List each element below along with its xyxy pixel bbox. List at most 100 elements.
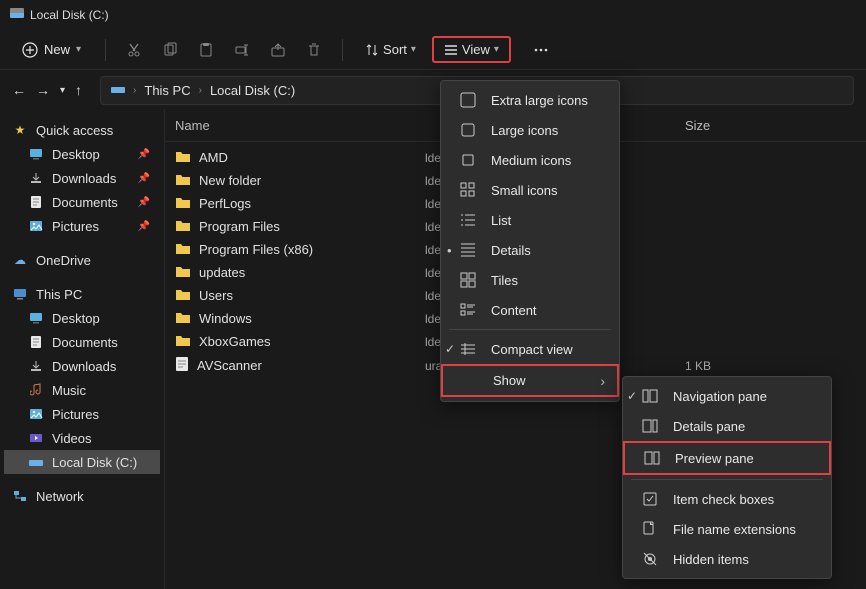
recent-dropdown[interactable]: ▾ bbox=[60, 85, 65, 96]
folder-icon bbox=[175, 287, 191, 304]
back-button[interactable]: ← bbox=[12, 82, 26, 98]
menu-item-large-icons[interactable]: Large icons bbox=[441, 115, 619, 145]
folder-icon bbox=[28, 358, 44, 374]
folder-icon bbox=[175, 333, 191, 350]
file-name: Program Files (x86) bbox=[199, 242, 313, 257]
menu-item-hidden-items[interactable]: Hidden items bbox=[623, 544, 831, 574]
sidebar-item-label: Pictures bbox=[52, 219, 99, 234]
check-icon: ✓ bbox=[627, 389, 637, 403]
menu-item-label: List bbox=[491, 213, 511, 228]
share-icon[interactable] bbox=[264, 36, 292, 64]
menu-item-details-pane[interactable]: Details pane bbox=[623, 411, 831, 441]
details-icon bbox=[459, 242, 477, 258]
sidebar-item-downloads[interactable]: Downloads📌 bbox=[4, 166, 160, 190]
sidebar-item-label: Pictures bbox=[52, 407, 99, 422]
pc-icon bbox=[12, 286, 28, 302]
sidebar-item-downloads[interactable]: Downloads bbox=[4, 354, 160, 378]
folder-icon bbox=[28, 310, 44, 326]
sidebar-network[interactable]: Network bbox=[4, 484, 160, 508]
pane-icon bbox=[641, 388, 659, 404]
copy-icon[interactable] bbox=[156, 36, 184, 64]
pane-icon bbox=[641, 521, 659, 537]
menu-item-details[interactable]: Details bbox=[441, 235, 619, 265]
menu-item-tiles[interactable]: Tiles bbox=[441, 265, 619, 295]
menu-item-label: Small icons bbox=[491, 183, 557, 198]
sidebar-item-label: Downloads bbox=[52, 171, 116, 186]
rename-icon[interactable] bbox=[228, 36, 256, 64]
menu-item-preview-pane[interactable]: Preview pane bbox=[623, 441, 831, 475]
sidebar-item-pictures[interactable]: Pictures bbox=[4, 402, 160, 426]
sidebar-item-desktop[interactable]: Desktop📌 bbox=[4, 142, 160, 166]
menu-item-label: Show bbox=[493, 373, 526, 388]
menu-item-compact-view[interactable]: ✓Compact view bbox=[441, 334, 619, 364]
folder-icon bbox=[175, 218, 191, 235]
menu-item-item-check-boxes[interactable]: Item check boxes bbox=[623, 484, 831, 514]
show-submenu: ✓Navigation paneDetails pane Preview pane… bbox=[622, 376, 832, 579]
sidebar-label: Quick access bbox=[36, 123, 113, 138]
file-name: XboxGames bbox=[199, 334, 271, 349]
pane-icon bbox=[643, 450, 661, 466]
pane-icon bbox=[641, 551, 659, 567]
sidebar-item-documents[interactable]: Documents bbox=[4, 330, 160, 354]
folder-icon bbox=[175, 241, 191, 258]
column-name[interactable]: Name bbox=[165, 118, 425, 133]
menu-item-small-icons[interactable]: Small icons bbox=[441, 175, 619, 205]
folder-icon bbox=[28, 406, 44, 422]
menu-item-show[interactable]: Show bbox=[441, 364, 619, 397]
folder-icon bbox=[175, 310, 191, 327]
sidebar-item-local-disk-c-[interactable]: Local Disk (C:) bbox=[4, 450, 160, 474]
file-name: PerfLogs bbox=[199, 196, 251, 211]
menu-item-list[interactable]: List bbox=[441, 205, 619, 235]
paste-icon[interactable] bbox=[192, 36, 220, 64]
chevron-right-icon: › bbox=[133, 85, 136, 96]
sidebar-item-label: Desktop bbox=[52, 311, 100, 326]
menu-item-medium-icons[interactable]: Medium icons bbox=[441, 145, 619, 175]
folder-icon bbox=[28, 430, 44, 446]
pin-icon: 📌 bbox=[138, 149, 150, 160]
sidebar-item-desktop[interactable]: Desktop bbox=[4, 306, 160, 330]
folder-icon bbox=[28, 382, 44, 398]
menu-item-file-name-extensions[interactable]: File name extensions bbox=[623, 514, 831, 544]
sidebar-item-label: Downloads bbox=[52, 359, 116, 374]
menu-item-navigation-pane[interactable]: ✓Navigation pane bbox=[623, 381, 831, 411]
sidebar-item-music[interactable]: Music bbox=[4, 378, 160, 402]
breadcrumb-item[interactable]: Local Disk (C:) bbox=[210, 83, 295, 98]
sort-button[interactable]: Sort ▾ bbox=[357, 38, 424, 61]
column-size[interactable]: Size bbox=[685, 118, 866, 133]
sidebar-item-videos[interactable]: Videos bbox=[4, 426, 160, 450]
sidebar-label: OneDrive bbox=[36, 253, 91, 268]
downloads-icon bbox=[28, 170, 44, 186]
sidebar-quick-access[interactable]: ★ Quick access bbox=[4, 118, 160, 142]
file-name: updates bbox=[199, 265, 245, 280]
sidebar-item-label: Music bbox=[52, 383, 86, 398]
menu-item-label: Large icons bbox=[491, 123, 558, 138]
view-button[interactable]: View ▾ bbox=[432, 36, 511, 63]
new-button[interactable]: New ▾ bbox=[12, 38, 91, 62]
sort-label: Sort bbox=[383, 42, 407, 57]
sidebar-onedrive[interactable]: ☁ OneDrive bbox=[4, 248, 160, 272]
sidebar-item-pictures[interactable]: Pictures📌 bbox=[4, 214, 160, 238]
file-name: AMD bbox=[199, 150, 228, 165]
menu-item-label: Hidden items bbox=[673, 552, 749, 567]
delete-icon[interactable] bbox=[300, 36, 328, 64]
cut-icon[interactable] bbox=[120, 36, 148, 64]
sidebar-item-label: Documents bbox=[52, 195, 118, 210]
sidebar-item-documents[interactable]: Documents📌 bbox=[4, 190, 160, 214]
menu-item-extra-large-icons[interactable]: Extra large icons bbox=[441, 85, 619, 115]
more-icon[interactable] bbox=[527, 36, 555, 64]
menu-item-content[interactable]: Content bbox=[441, 295, 619, 325]
file-name: AVScanner bbox=[197, 358, 262, 373]
breadcrumb-item[interactable]: This PC bbox=[144, 83, 190, 98]
forward-button[interactable]: → bbox=[36, 82, 50, 98]
tiles-icon bbox=[459, 272, 477, 288]
up-button[interactable]: ↑ bbox=[75, 82, 82, 98]
menu-item-label: Tiles bbox=[491, 273, 518, 288]
navigation-pane: ★ Quick access Desktop📌Downloads📌Documen… bbox=[0, 110, 165, 589]
menu-item-label: Preview pane bbox=[675, 451, 754, 466]
toolbar: New ▾ Sort ▾ View ▾ bbox=[0, 30, 866, 70]
chevron-down-icon: ▾ bbox=[494, 44, 499, 55]
sidebar-this-pc[interactable]: This PC bbox=[4, 282, 160, 306]
menu-separator bbox=[449, 329, 611, 330]
sidebar-item-label: Local Disk (C:) bbox=[52, 455, 137, 470]
separator bbox=[105, 39, 106, 61]
